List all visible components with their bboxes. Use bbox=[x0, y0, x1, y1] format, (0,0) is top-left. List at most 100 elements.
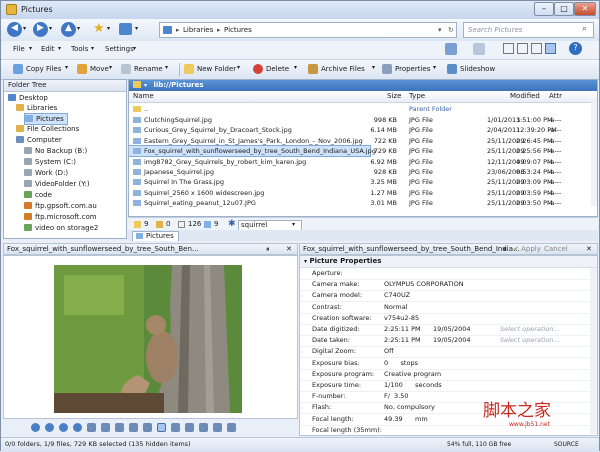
maximize-button[interactable]: □ bbox=[554, 2, 574, 16]
property-value[interactable]: Normal bbox=[384, 302, 408, 313]
view-dual-icon[interactable] bbox=[517, 43, 528, 54]
property-row[interactable]: Focal length: 49.39 mm bbox=[300, 414, 597, 426]
tree-item-no-backup[interactable]: No Backup (B:) bbox=[24, 146, 87, 156]
rotate-left-icon[interactable] bbox=[87, 423, 96, 432]
col-attr[interactable]: Attr bbox=[549, 91, 562, 102]
file-row[interactable]: Fox_squirrel_with_sunflowerseed_by_tree_… bbox=[129, 145, 561, 158]
move-dropdown-icon[interactable]: ▾ bbox=[109, 64, 112, 71]
new-folder-button[interactable]: New Folder bbox=[184, 63, 236, 76]
select-operation-dropdown[interactable]: Select operation... bbox=[500, 335, 560, 346]
computer-icon[interactable] bbox=[119, 23, 132, 35]
property-value[interactable]: Creative program bbox=[384, 369, 441, 380]
file-row[interactable]: img8782_Grey_Squirrels_by_robert_kim_kar… bbox=[129, 157, 597, 167]
prev-image-icon[interactable] bbox=[31, 423, 40, 432]
favorites-star-icon[interactable]: ★ bbox=[93, 21, 105, 36]
col-modified[interactable]: Modified bbox=[510, 91, 540, 102]
pause-icon[interactable]: ⏸ bbox=[503, 244, 507, 254]
property-value[interactable]: C740UZ bbox=[384, 290, 410, 301]
view-tree-icon[interactable] bbox=[531, 43, 542, 54]
delete-dropdown-icon[interactable]: ▾ bbox=[294, 64, 297, 71]
file-row[interactable]: Squirrel In The Grass.jpg 3.25 MB JPG File… bbox=[129, 177, 597, 187]
file-row[interactable]: Japanese_Squirrel.jpg 928 KB JPG File 23/06… bbox=[129, 167, 597, 177]
property-row[interactable]: Exposure time: 1/100 seconds bbox=[300, 380, 597, 392]
cancel-button[interactable]: Cancel bbox=[544, 244, 568, 254]
property-value[interactable]: 1/100 seconds bbox=[384, 380, 442, 391]
property-row[interactable]: Exposure bias: 0 stops bbox=[300, 358, 597, 370]
back-dropdown-icon[interactable]: ▾ bbox=[23, 25, 26, 32]
tree-item-computer[interactable]: Computer bbox=[16, 135, 62, 145]
property-row[interactable]: Flash: No, compulsory bbox=[300, 402, 597, 415]
up-arrow-icon[interactable]: ▲ bbox=[61, 22, 76, 37]
menu-settings[interactable]: Settings bbox=[105, 45, 134, 53]
actual-size-icon[interactable] bbox=[157, 423, 166, 432]
file-row[interactable]: Eastern_Grey_Squirrel_in_St_James's_Park… bbox=[129, 136, 597, 146]
pause-icon[interactable]: ⏸ bbox=[266, 244, 270, 254]
zoom-out-icon[interactable] bbox=[129, 423, 138, 432]
search-icon[interactable]: ⌕ bbox=[582, 24, 587, 34]
copy-image-icon[interactable] bbox=[199, 423, 208, 432]
viewer-close-icon[interactable]: ✕ bbox=[286, 244, 292, 254]
metadata-close-icon[interactable]: ✕ bbox=[586, 244, 592, 254]
property-row[interactable]: Date digitized: 2:25:11 PM 19/05/2004 Sele… bbox=[300, 324, 597, 336]
address-dropdown-icon[interactable]: ▾ bbox=[438, 26, 442, 34]
rotate-right-icon[interactable] bbox=[101, 423, 110, 432]
property-row[interactable]: Aperture: bbox=[300, 268, 597, 280]
property-row[interactable]: Contrast: Normal bbox=[300, 302, 597, 314]
property-row[interactable]: Exposure program: Creative program bbox=[300, 369, 597, 381]
delete-button[interactable]: Delete bbox=[253, 63, 289, 76]
properties-button[interactable]: Properties bbox=[382, 63, 430, 76]
tree-item-file-collections[interactable]: File Collections bbox=[16, 124, 79, 134]
view-viewer-icon[interactable] bbox=[545, 43, 556, 54]
computer-dropdown-icon[interactable]: ▾ bbox=[135, 25, 138, 32]
property-row[interactable]: Camera make: OLYMPUS CORPORATION bbox=[300, 279, 597, 292]
property-value[interactable]: 2:25:11 PM 19/05/2004 bbox=[384, 335, 471, 346]
parent-folder-row[interactable]: .. Parent Folder bbox=[129, 104, 597, 114]
tree-item-code[interactable]: code bbox=[24, 190, 52, 200]
tree-item-desktop[interactable]: Desktop bbox=[8, 93, 48, 103]
view-single-icon[interactable] bbox=[503, 43, 514, 54]
slideshow-button[interactable]: Slideshow bbox=[447, 63, 495, 76]
archive-dropdown-icon[interactable]: ▾ bbox=[372, 64, 375, 71]
apply-button[interactable]: ✔ Apply bbox=[513, 244, 541, 254]
up-dropdown-icon[interactable]: ▾ bbox=[77, 25, 80, 32]
col-type[interactable]: Type bbox=[409, 91, 425, 102]
property-value[interactable]: Off bbox=[384, 346, 394, 357]
file-row[interactable]: Curious_Grey_Squirrel_by_Dracoart_Stock.… bbox=[129, 125, 597, 135]
file-list-scrollbar[interactable] bbox=[591, 102, 597, 206]
next-image-icon[interactable] bbox=[45, 423, 54, 432]
file-row[interactable]: ClutchingSquirrel.jpg 998 KB JPG File 1/01/… bbox=[129, 115, 597, 125]
property-row[interactable]: Camera model: C740UZ bbox=[300, 290, 597, 303]
forward-arrow-icon[interactable]: ▶ bbox=[33, 22, 48, 37]
tab-pictures[interactable]: Pictures bbox=[132, 231, 179, 241]
forward-dropdown-icon[interactable]: ▾ bbox=[49, 25, 52, 32]
properties-dropdown-icon[interactable]: ▾ bbox=[433, 64, 436, 71]
tree-item-videofolder[interactable]: VideoFolder (Y:) bbox=[24, 179, 90, 189]
property-value[interactable]: OLYMPUS CORPORATION bbox=[384, 279, 464, 290]
metadata-scrollbar[interactable] bbox=[590, 268, 597, 434]
property-row[interactable]: Creation software: v754u2-85 bbox=[300, 313, 597, 325]
file-row[interactable]: Squirrel_eating_peanut_12u07.JPG 3.01 MB J… bbox=[129, 198, 597, 208]
path-dropdown-icon[interactable]: ▾ bbox=[144, 82, 147, 89]
property-value[interactable]: 2:25:11 PM 19/05/2004 bbox=[384, 324, 471, 335]
property-row[interactable]: Focal length (35mm): bbox=[300, 425, 597, 435]
slideshow-icon[interactable] bbox=[185, 423, 194, 432]
tree-item-system[interactable]: System (C:) bbox=[24, 157, 76, 167]
refresh-icon[interactable]: ↻ bbox=[448, 26, 454, 34]
address-bar[interactable]: ▸ Libraries ▸ Pictures ▾ ↻ bbox=[159, 22, 457, 38]
menu-edit[interactable]: Edit bbox=[41, 45, 55, 53]
menu-file[interactable]: File bbox=[13, 45, 25, 53]
picture-properties-section[interactable]: ▾ Picture Properties bbox=[300, 256, 597, 268]
breadcrumb-libraries[interactable]: Libraries bbox=[183, 26, 213, 34]
property-value[interactable]: F/ 3.50 bbox=[384, 391, 409, 402]
new-folder-dropdown-icon[interactable]: ▾ bbox=[237, 64, 240, 71]
archive-files-button[interactable]: Archive Files bbox=[308, 63, 365, 76]
back-arrow-icon[interactable]: ◀ bbox=[7, 22, 22, 37]
property-row[interactable]: Date taken: 2:25:11 PM 19/05/2004 Select o… bbox=[300, 335, 597, 348]
property-value[interactable]: 0 stops bbox=[384, 358, 418, 369]
tree-item-video-storage[interactable]: video on storage2 bbox=[24, 223, 98, 233]
last-image-icon[interactable] bbox=[73, 423, 82, 432]
property-row[interactable]: F-number: F/ 3.50 bbox=[300, 391, 597, 404]
help-icon[interactable]: ? bbox=[569, 42, 582, 55]
favorites-dropdown-icon[interactable]: ▾ bbox=[107, 25, 110, 32]
rename-button[interactable]: Rename bbox=[121, 63, 163, 76]
